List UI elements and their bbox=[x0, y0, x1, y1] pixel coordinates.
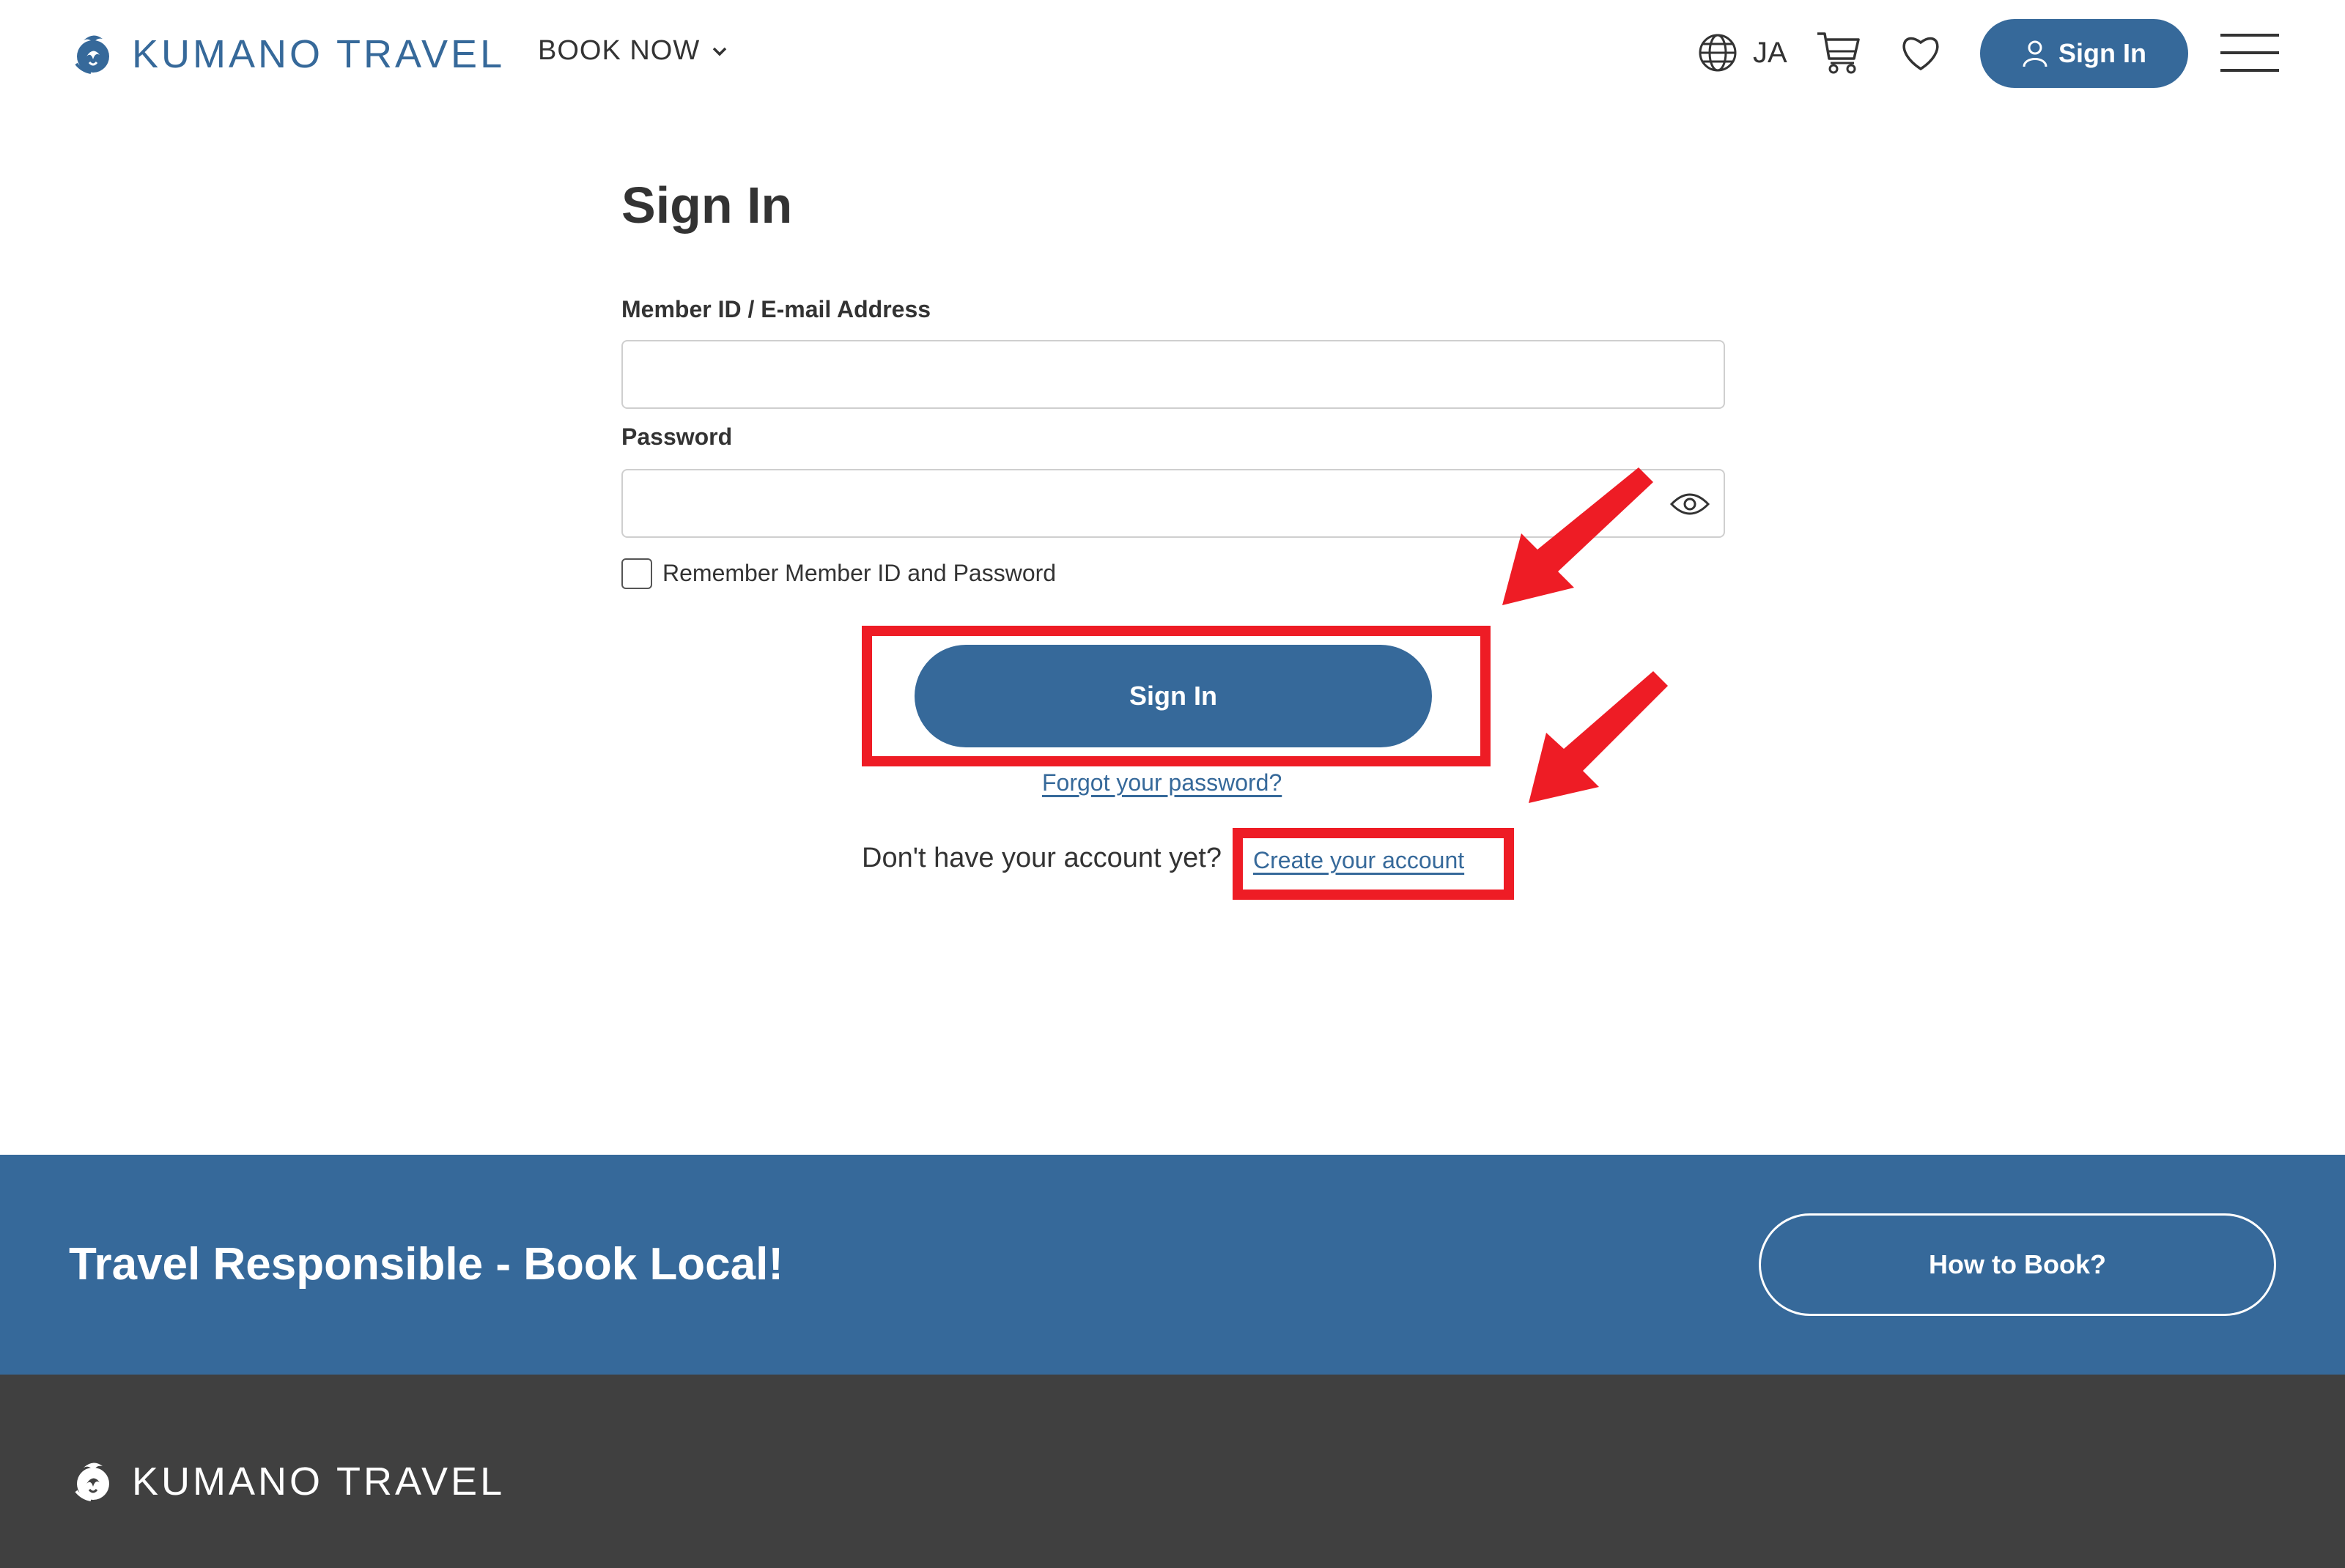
how-to-book-label: How to Book? bbox=[1929, 1249, 2106, 1279]
cart-icon[interactable] bbox=[1816, 29, 1861, 75]
book-now-label: BOOK NOW bbox=[538, 35, 701, 66]
signin-highlight-box bbox=[862, 626, 1491, 766]
heart-icon[interactable] bbox=[1899, 32, 1942, 72]
banner-heading: Travel Responsible - Book Local! bbox=[69, 1239, 784, 1290]
arrow-to-signin-icon bbox=[1502, 467, 1653, 605]
footer-logo-text: KUMANO TRAVEL bbox=[132, 1460, 506, 1504]
logo-text: KUMANO TRAVEL bbox=[132, 32, 506, 76]
how-to-book-button[interactable]: How to Book? bbox=[1759, 1213, 2276, 1316]
chevron-down-icon bbox=[712, 47, 727, 56]
book-now-menu[interactable]: BOOK NOW bbox=[538, 35, 729, 67]
create-account-highlight-box bbox=[1233, 828, 1514, 900]
globe-icon[interactable] bbox=[1697, 32, 1738, 73]
phoenix-logo-icon bbox=[75, 1462, 109, 1501]
footer-logo[interactable]: KUMANO TRAVEL bbox=[69, 1455, 505, 1508]
header-signin-label: Sign In bbox=[2058, 38, 2146, 68]
arrow-to-create-account-icon bbox=[1529, 671, 1668, 803]
no-account-text: Don't have your account yet? bbox=[862, 843, 1222, 873]
hamburger-menu-icon[interactable] bbox=[2220, 34, 2279, 72]
phoenix-logo-icon bbox=[75, 35, 109, 74]
header-signin-button[interactable]: Sign In bbox=[1980, 19, 2188, 88]
member-id-input[interactable] bbox=[621, 340, 1725, 409]
forgot-password-link[interactable]: Forgot your password? bbox=[1042, 769, 1282, 796]
password-label: Password bbox=[621, 424, 733, 450]
site-logo[interactable]: KUMANO TRAVEL bbox=[69, 28, 505, 81]
site-header: KUMANO TRAVEL BOOK NOW JA Sign In bbox=[0, 0, 2345, 110]
remember-checkbox[interactable] bbox=[621, 558, 652, 589]
eye-icon[interactable] bbox=[1669, 489, 1710, 519]
remember-label[interactable]: Remember Member ID and Password bbox=[662, 560, 1056, 587]
page-title: Sign In bbox=[621, 177, 793, 234]
member-id-label: Member ID / E-mail Address bbox=[621, 296, 931, 322]
user-icon bbox=[2023, 40, 2047, 67]
language-switch[interactable]: JA bbox=[1753, 37, 1787, 70]
